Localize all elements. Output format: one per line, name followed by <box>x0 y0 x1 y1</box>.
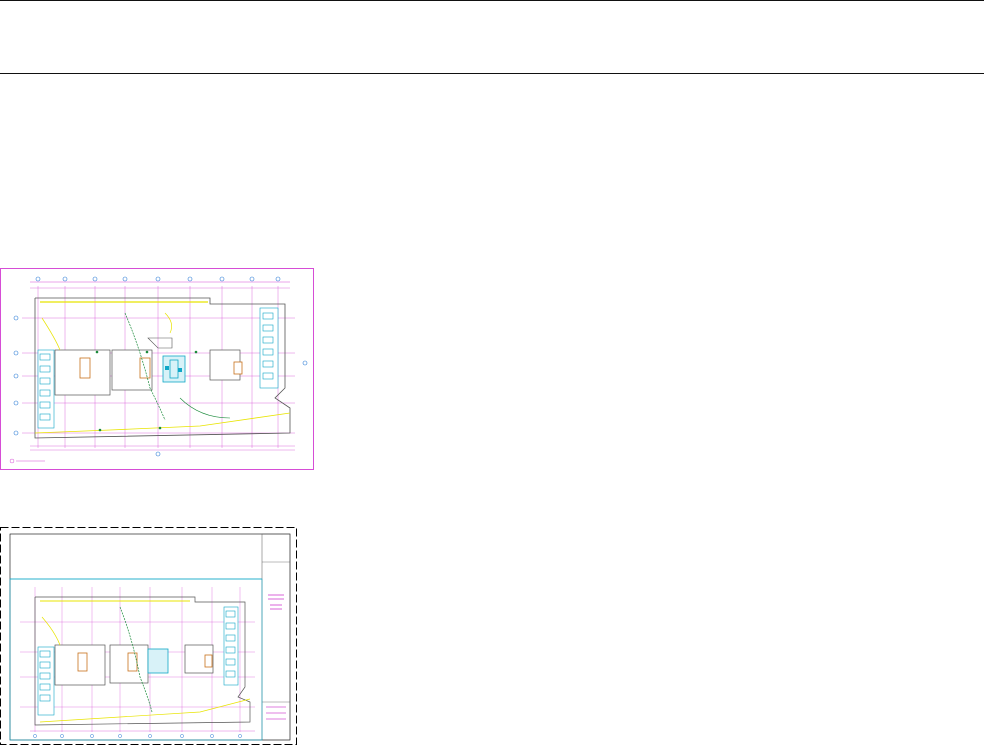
plan-thumbnail-1[interactable] <box>0 268 314 470</box>
title-sheet-drawing <box>0 527 297 745</box>
header-divider <box>0 73 984 74</box>
page-header <box>0 1 984 73</box>
floor-plan-drawing <box>0 268 314 470</box>
plan-thumbnail-2[interactable] <box>0 527 297 745</box>
